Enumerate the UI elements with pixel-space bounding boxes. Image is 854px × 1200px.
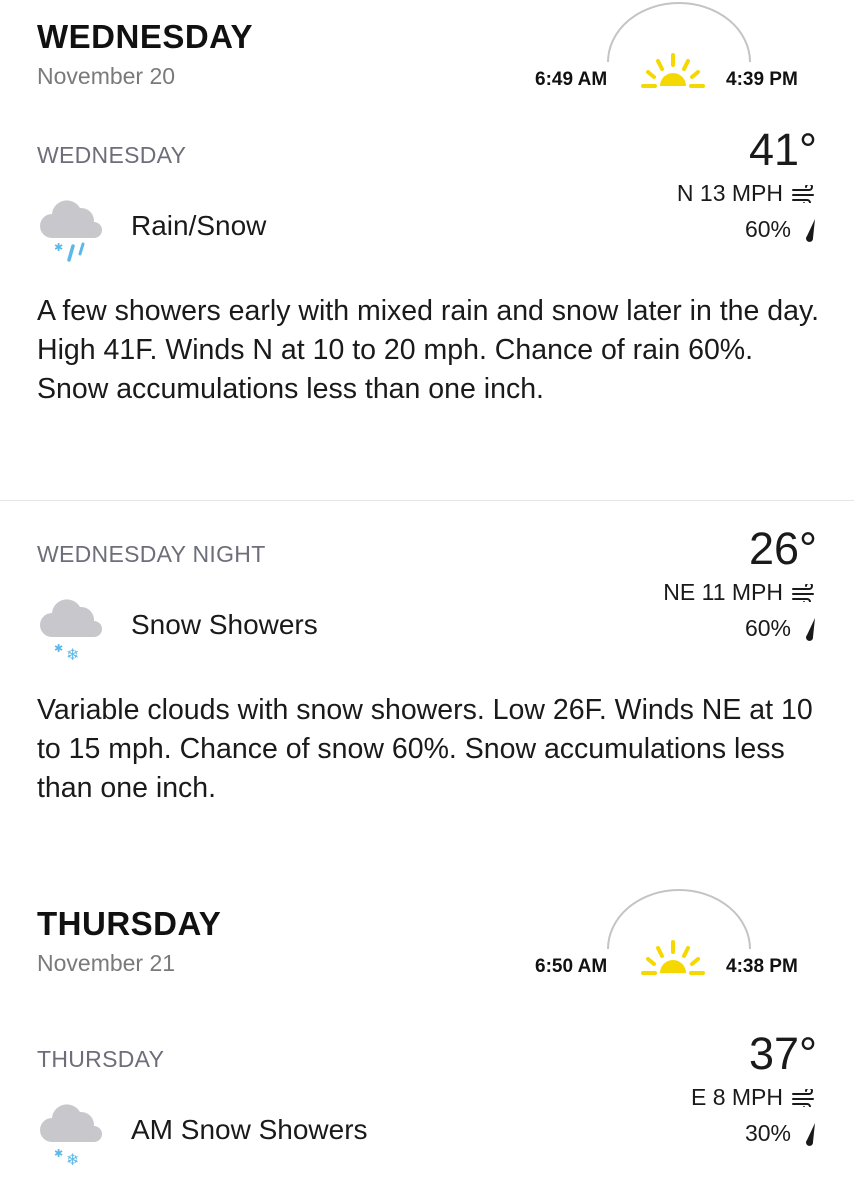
sunrise-sun-icon xyxy=(641,940,705,975)
precip-row: 30% xyxy=(745,1120,817,1147)
svg-text:❄: ❄ xyxy=(66,1150,79,1169)
svg-text:✱: ✱ xyxy=(54,642,63,655)
period-temperature: 26° xyxy=(748,523,817,574)
wind-row: N 13 MPH xyxy=(677,180,817,207)
day-title: WEDNESDAY xyxy=(37,18,253,55)
day-header-wednesday: WEDNESDAY November 20 6:49 AM 4:39 PM xyxy=(0,0,854,100)
precip-row: 60% xyxy=(745,615,817,642)
wind-row: E 8 MPH xyxy=(691,1084,817,1111)
forecast-narrative: Variable clouds with snow showers. Low 2… xyxy=(37,694,813,804)
snow-showers-icon: ✱ ❄ xyxy=(40,1104,102,1169)
wind-icon xyxy=(792,583,814,602)
day-title: THURSDAY xyxy=(37,905,222,942)
sunrise-sun-icon xyxy=(641,53,705,88)
precip-row: 60% xyxy=(745,216,817,243)
svg-text:✱: ✱ xyxy=(54,1147,63,1160)
raindrop-icon xyxy=(806,1122,815,1146)
raindrop-icon xyxy=(806,218,815,242)
precip-value: 60% xyxy=(744,216,791,242)
period-thursday: THURSDAY 37° E 8 MPH 30% ✱ ❄ AM Snow Sho… xyxy=(0,1028,854,1196)
sunset-time: 4:39 PM xyxy=(726,69,798,90)
sunrise-time: 6:50 AM xyxy=(535,956,608,977)
sun-times: 6:50 AM 4:38 PM xyxy=(530,887,830,987)
forecast-narrative: A few showers early with mixed rain and … xyxy=(37,295,820,405)
condition-label: Rain/Snow xyxy=(131,210,267,241)
sunrise-time: 6:49 AM xyxy=(535,69,608,90)
day-date: November 20 xyxy=(37,63,176,89)
svg-text:❄: ❄ xyxy=(66,645,79,664)
svg-text:✱: ✱ xyxy=(54,241,63,254)
wind-value: E 8 MPH xyxy=(690,1084,783,1110)
day-header-thursday: THURSDAY November 21 6:50 AM 4:38 PM xyxy=(0,887,854,987)
precip-value: 30% xyxy=(744,1120,791,1146)
wind-value: N 13 MPH xyxy=(676,180,783,206)
snow-showers-icon: ✱ ❄ xyxy=(40,599,102,664)
condition-label: Snow Showers xyxy=(131,609,318,640)
precip-value: 60% xyxy=(744,615,791,641)
wind-value: NE 11 MPH xyxy=(663,579,783,605)
period-temperature: 41° xyxy=(748,124,817,175)
wind-icon xyxy=(792,184,814,203)
period-wednesday-night: WEDNESDAY NIGHT 26° NE 11 MPH 60% ✱ ❄ Sn… xyxy=(0,523,854,841)
period-wednesday: WEDNESDAY 41° N 13 MPH 60% ✱ Rain/Snow A… xyxy=(0,124,854,482)
condition-label: AM Snow Showers xyxy=(131,1114,368,1145)
sunset-time: 4:38 PM xyxy=(726,956,798,977)
period-temperature: 37° xyxy=(748,1028,817,1079)
period-name: WEDNESDAY NIGHT xyxy=(37,541,266,567)
divider xyxy=(0,500,854,501)
period-name: THURSDAY xyxy=(37,1046,165,1072)
sun-times: 6:49 AM 4:39 PM xyxy=(530,0,830,100)
wind-row: NE 11 MPH xyxy=(663,579,817,606)
period-name: WEDNESDAY xyxy=(37,142,187,168)
rain-snow-icon: ✱ xyxy=(40,200,102,262)
raindrop-icon xyxy=(806,617,815,641)
day-date: November 21 xyxy=(37,950,176,976)
wind-icon xyxy=(792,1088,814,1107)
